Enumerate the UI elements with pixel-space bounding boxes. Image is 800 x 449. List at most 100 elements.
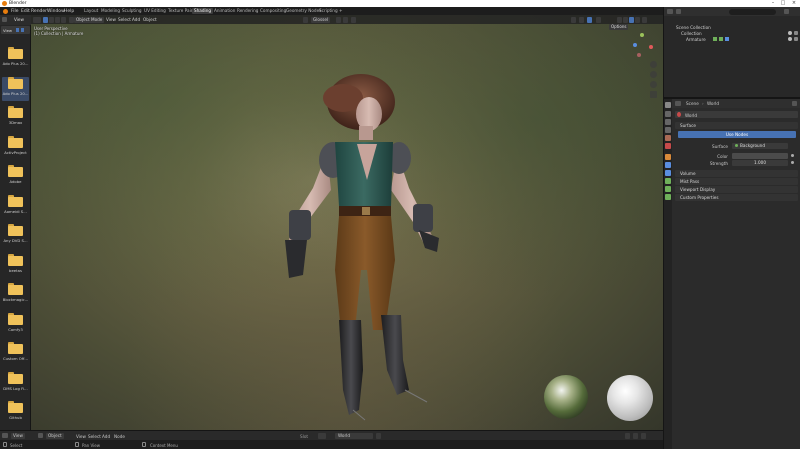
menu-help[interactable]: Help [64,9,74,14]
material-preview-icon[interactable] [629,16,634,23]
y-axis-icon[interactable] [640,33,644,37]
close-icon[interactable]: × [789,0,799,7]
camera-icon[interactable] [794,31,798,35]
transform-orientation-dropdown[interactable]: Glossel [311,16,331,23]
tab-sculpting[interactable]: Sculpting [120,8,144,14]
3d-viewport[interactable]: Object Mode View Select Add Object Gloss… [31,15,663,430]
zoom-icon[interactable] [650,61,657,68]
volume-panel-header[interactable]: Volume [675,170,798,177]
use-nodes-button[interactable]: Use Nodes [678,131,796,138]
eye-icon[interactable] [788,31,792,35]
mist-pass-panel-header[interactable]: Mist Pass [675,178,798,185]
object-tab-icon[interactable] [665,154,671,160]
world-datablock[interactable]: World [335,433,373,439]
world-datablock-field[interactable]: World [675,111,798,118]
file-view-menu[interactable]: View [14,17,24,22]
pin-icon[interactable] [792,101,797,106]
surface-shader-field[interactable]: Background [732,143,788,149]
minimize-icon[interactable]: – [768,0,778,7]
view-layer-tab-icon[interactable] [665,127,671,133]
shader-type-dropdown[interactable]: Object [46,433,64,439]
menu-edit[interactable]: Edit [21,9,30,14]
z-axis-icon[interactable] [633,43,637,47]
editor-type-icon[interactable] [667,9,673,14]
maximize-icon[interactable]: □ [778,0,788,7]
viewport-menu-select[interactable]: Select [118,17,131,22]
menu-render[interactable]: Render [31,9,47,14]
file-item[interactable]: DMS Log Fi... [2,371,29,396]
perspective-toggle-icon[interactable] [650,91,657,98]
modifier-tab-icon[interactable] [665,162,671,168]
color-swatch[interactable] [732,153,788,159]
viewport-menu-add[interactable]: Add [132,17,140,22]
display-mode-icon[interactable] [676,9,681,14]
file-item[interactable]: beetas [2,253,29,278]
file-item[interactable]: 3Dmax [2,106,29,130]
shading-options-icon[interactable] [642,16,647,23]
neg-x-axis-icon[interactable] [637,53,641,57]
overlay-icon[interactable] [587,16,592,23]
file-item[interactable]: Ado Plus 20... [2,76,29,101]
particles-tab-icon[interactable] [665,170,671,176]
tab-modeling[interactable]: Modeling [99,8,122,14]
shader-type-icon[interactable] [38,433,43,438]
file-item[interactable]: Any DVD S... [2,224,29,248]
solid-shading-icon[interactable] [623,16,628,23]
object-mode-dropdown[interactable]: Object Mode [74,16,105,23]
tool-tab-icon[interactable] [665,102,671,108]
camera-icon[interactable] [794,37,798,41]
add-workspace-icon[interactable]: + [337,8,345,14]
file-path-field[interactable]: View [1,26,30,34]
eye-icon[interactable] [788,37,792,41]
xray-icon[interactable] [596,16,601,23]
pan-icon[interactable] [650,71,657,78]
filter-icon[interactable] [784,9,789,14]
tab-animation[interactable]: Animation [212,8,237,14]
surface-panel-header[interactable]: Surface [675,122,798,129]
physics-tab-icon[interactable] [665,178,671,184]
snap-icon[interactable] [343,16,348,23]
strength-field[interactable]: 1.000 [732,160,788,166]
file-item[interactable]: Aomeidi S... [2,194,29,219]
scene-tab-icon[interactable] [665,135,671,141]
gizmo-icon[interactable] [579,16,584,23]
scene-collection-row[interactable]: Scene Collection [676,25,711,30]
render-tab-icon[interactable] [665,111,671,117]
x-axis-icon[interactable] [649,45,653,49]
menu-file[interactable]: File [11,9,19,14]
proportional-edit-icon[interactable] [351,16,356,23]
outliner-search-input[interactable] [729,8,776,15]
transform-orientation-icon[interactable] [303,16,308,23]
tab-layout[interactable]: Layout [82,8,100,14]
custom-properties-panel-header[interactable]: Custom Properties [675,194,798,201]
pin-icon[interactable] [376,433,381,439]
world-icon[interactable] [318,433,326,439]
tab-uv-editing[interactable]: UV Editing [142,8,168,14]
navigation-gizmo[interactable] [627,33,657,63]
file-item[interactable]: Adobe [2,165,29,189]
rendered-shading-icon[interactable] [635,16,640,23]
file-item[interactable]: Blockmagic... [2,283,29,307]
snap-node-icon[interactable] [625,433,630,439]
footer-menu-node[interactable]: Node [114,434,125,439]
editor-type-icon[interactable] [33,16,41,23]
viewport-menu-view[interactable]: View [106,17,116,22]
select-circle-icon[interactable] [49,16,54,23]
camera-view-icon[interactable] [650,81,657,88]
options-dropdown[interactable]: Options [609,24,629,30]
editor-type-icon[interactable] [2,433,8,438]
select-box-icon[interactable] [43,16,48,23]
overlay-node-icon[interactable] [633,433,638,439]
tab-rendering[interactable]: Rendering [235,8,260,14]
visibility-icon[interactable] [571,16,576,23]
editor-type-icon[interactable] [675,101,681,106]
editor-type-icon[interactable] [2,17,7,22]
armature-row[interactable]: Armature [686,37,706,42]
select-extend-icon[interactable] [61,16,66,23]
file-item[interactable]: Ado Plus 20... [2,47,29,71]
strength-socket-icon[interactable] [791,161,794,164]
world-tab-icon[interactable] [665,143,671,149]
footer-menu-add[interactable]: Add [102,434,110,439]
slot-label[interactable]: Slot [300,434,308,439]
filter-icon[interactable] [21,27,24,32]
